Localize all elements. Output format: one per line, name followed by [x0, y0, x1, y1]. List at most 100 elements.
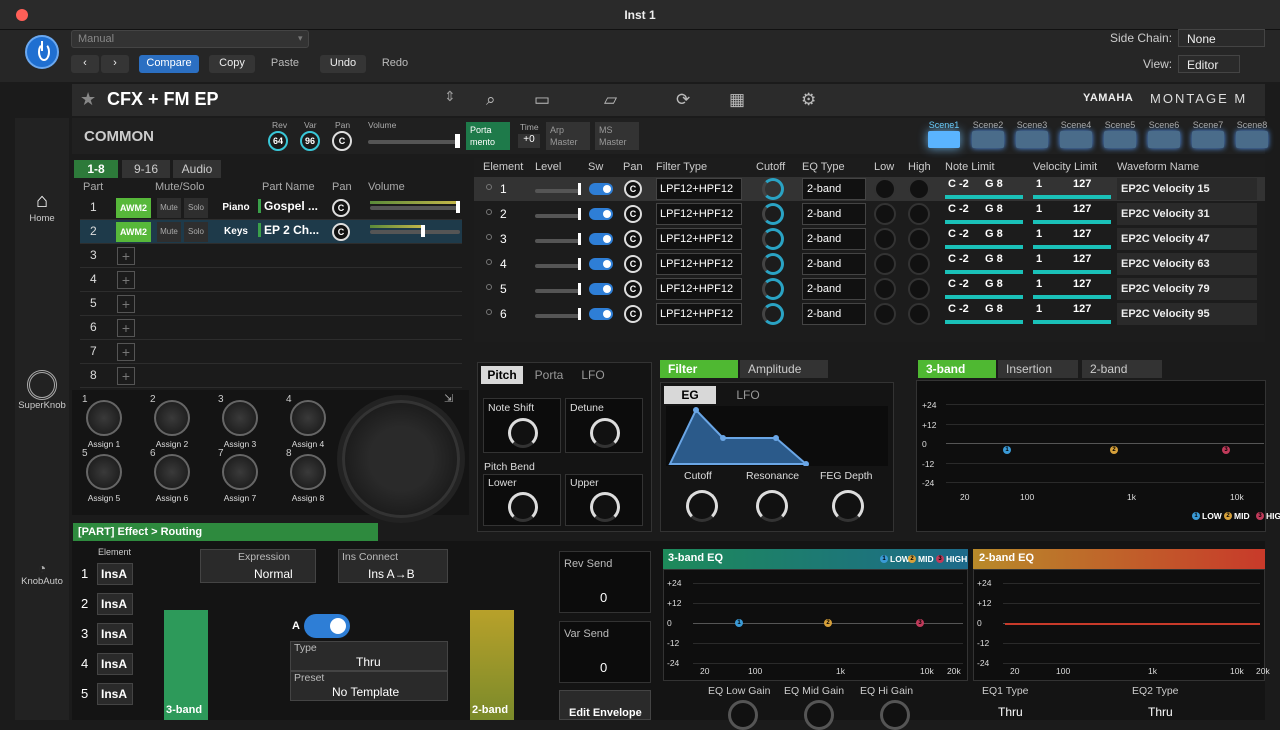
element-level-slider[interactable]: [535, 214, 581, 218]
element-pan-knob[interactable]: C: [624, 305, 642, 323]
element-switch[interactable]: [589, 258, 613, 270]
tab-lfo-filter[interactable]: LFO: [722, 386, 774, 404]
volume-slider[interactable]: [368, 140, 458, 144]
eq-type-select[interactable]: 2-band: [802, 253, 866, 275]
cutoff-knob[interactable]: [762, 278, 784, 300]
part-volume-slider[interactable]: [370, 230, 460, 234]
filter-type-select[interactable]: LPF12+HPF12: [656, 303, 742, 325]
super-knob[interactable]: [342, 400, 460, 518]
filter-type-select[interactable]: LPF12+HPF12: [656, 278, 742, 300]
sync-icon[interactable]: ⟳: [676, 90, 690, 110]
power-icon[interactable]: [25, 35, 59, 69]
note-shift-knob[interactable]: [508, 418, 538, 448]
eq-low-knob[interactable]: [874, 203, 896, 225]
element-level-slider[interactable]: [535, 189, 581, 193]
element-select-dot[interactable]: [486, 284, 492, 290]
lower-knob[interactable]: [508, 492, 538, 522]
tab-filter[interactable]: Filter: [660, 360, 738, 378]
search-icon[interactable]: ⌕: [486, 90, 496, 110]
cutoff-knob[interactable]: [762, 228, 784, 250]
part-row[interactable]: [80, 364, 462, 388]
var-knob[interactable]: 96: [300, 131, 320, 151]
monitor-icon[interactable]: ▭: [534, 90, 550, 110]
waveform-name[interactable]: EP2C Velocity 95: [1117, 303, 1257, 325]
filter-type-select[interactable]: LPF12+HPF12: [656, 178, 742, 200]
element-level-handle[interactable]: [578, 308, 581, 320]
solo-button[interactable]: Solo: [184, 198, 208, 218]
tab-audio[interactable]: Audio: [173, 160, 221, 178]
tab-3band[interactable]: 3-band: [918, 360, 996, 378]
eq3-band-point-1[interactable]: 1: [735, 619, 743, 627]
eq-low-knob[interactable]: [874, 303, 896, 325]
tab-pitch[interactable]: Pitch: [481, 366, 523, 384]
tab-parts-1-8[interactable]: 1-8: [74, 160, 118, 178]
scene-button-1[interactable]: Scene1: [924, 118, 964, 154]
paste-button[interactable]: Paste: [262, 55, 308, 73]
scene-button-3[interactable]: Scene3: [1012, 118, 1052, 154]
element-switch[interactable]: [589, 308, 613, 320]
routing-title[interactable]: [PART] Effect > Routing: [73, 523, 378, 541]
add-part-icon[interactable]: +: [117, 247, 135, 265]
sidebar-item-home[interactable]: ⌂ Home: [15, 190, 69, 224]
tab-eg[interactable]: EG: [664, 386, 716, 404]
eq-low-knob[interactable]: [874, 253, 896, 275]
waveform-name[interactable]: EP2C Velocity 31: [1117, 203, 1257, 225]
insertion-a-toggle[interactable]: [304, 614, 350, 638]
engine-badge[interactable]: AWM2: [116, 222, 151, 242]
element-select-dot[interactable]: [486, 209, 492, 215]
element-switch[interactable]: [589, 233, 613, 245]
eq-hi-gain-knob[interactable]: [880, 700, 910, 730]
arp-master-button[interactable]: Arp Master: [546, 122, 590, 150]
preset-select[interactable]: Manual: [71, 30, 309, 48]
element-level-handle[interactable]: [578, 258, 581, 270]
part-row[interactable]: [80, 340, 462, 364]
filter-eg-graph[interactable]: [666, 406, 888, 466]
part-name[interactable]: Gospel ...: [258, 199, 318, 213]
element-switch[interactable]: [589, 183, 613, 195]
cutoff-knob[interactable]: [686, 490, 718, 522]
part-volume-handle[interactable]: [456, 201, 460, 213]
cutoff-knob[interactable]: [762, 178, 784, 200]
velocity-limit[interactable]: 1 127: [1033, 253, 1111, 275]
assign-knob-6[interactable]: [154, 454, 190, 490]
element-level-handle[interactable]: [578, 183, 581, 195]
velocity-limit[interactable]: 1 127: [1033, 303, 1111, 325]
folder-icon[interactable]: ▱: [604, 90, 617, 110]
filter-type-select[interactable]: LPF12+HPF12: [656, 228, 742, 250]
eq3-band-point-2[interactable]: 2: [824, 619, 832, 627]
assign-knob-5[interactable]: [86, 454, 122, 490]
element-switch[interactable]: [589, 283, 613, 295]
add-part-icon[interactable]: +: [117, 367, 135, 385]
tab-porta[interactable]: Porta: [528, 366, 570, 384]
detune-knob[interactable]: [590, 418, 620, 448]
add-part-icon[interactable]: +: [117, 343, 135, 361]
element-pan-knob[interactable]: C: [624, 280, 642, 298]
note-limit[interactable]: C -2 G 8: [945, 253, 1023, 275]
part-pan-knob[interactable]: C: [332, 199, 350, 217]
filter-type-select[interactable]: LPF12+HPF12: [656, 203, 742, 225]
scene-button-4[interactable]: Scene4: [1056, 118, 1096, 154]
element-pan-knob[interactable]: C: [624, 180, 642, 198]
element-level-handle[interactable]: [578, 233, 581, 245]
filter-type-select[interactable]: LPF12+HPF12: [656, 253, 742, 275]
assign-knob-7[interactable]: [222, 454, 258, 490]
element-select-dot[interactable]: [486, 259, 492, 265]
cutoff-knob[interactable]: [762, 253, 784, 275]
add-part-icon[interactable]: +: [117, 295, 135, 313]
ins-select[interactable]: InsA: [97, 683, 133, 705]
tab-parts-9-16[interactable]: 9-16: [122, 160, 170, 178]
element-select-dot[interactable]: [486, 309, 492, 315]
eq-high-knob[interactable]: [908, 203, 930, 225]
eq-band-point-1[interactable]: 1: [1003, 446, 1011, 454]
eq-band-point-2[interactable]: 2: [1110, 446, 1118, 454]
eq-low-knob[interactable]: [874, 278, 896, 300]
keyboard-icon[interactable]: ▦: [729, 90, 745, 110]
undo-button[interactable]: Undo: [320, 55, 366, 73]
engine-badge[interactable]: AWM2: [116, 198, 151, 218]
note-limit[interactable]: C -2 G 8: [945, 178, 1023, 200]
time-value[interactable]: +0: [518, 134, 540, 148]
rev-knob[interactable]: 64: [268, 131, 288, 151]
feg-depth-knob[interactable]: [832, 490, 864, 522]
eq-high-knob[interactable]: [908, 278, 930, 300]
element-select-dot[interactable]: [486, 184, 492, 190]
